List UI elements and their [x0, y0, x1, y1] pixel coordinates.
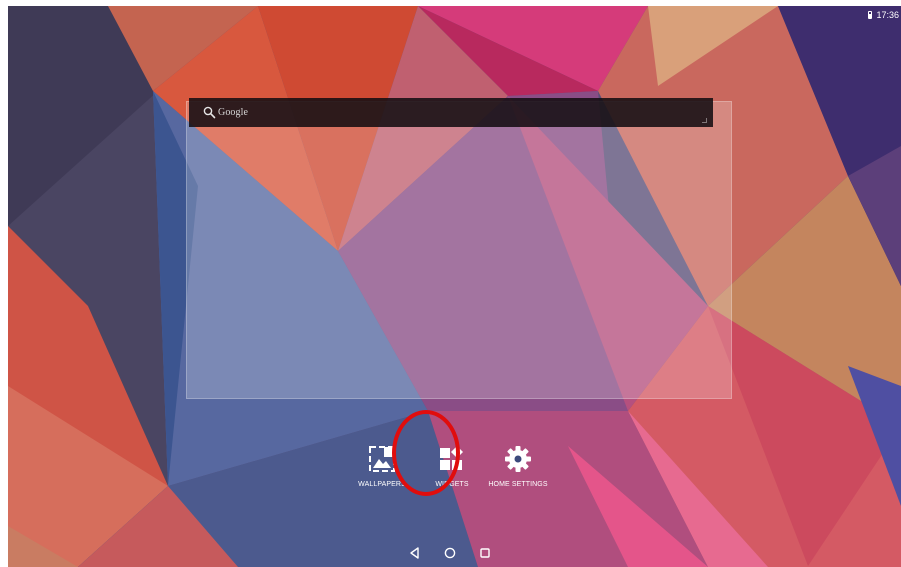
widgets-button[interactable]: WIDGETS [430, 444, 474, 488]
wallpapers-button[interactable]: WALLPAPERS [357, 444, 407, 488]
workspace-preview[interactable] [186, 101, 732, 399]
status-time: 17:36 [876, 10, 899, 20]
wallpapers-label: WALLPAPERS [358, 481, 406, 488]
battery-icon [868, 11, 873, 19]
status-bar: 17:36 [868, 8, 899, 22]
search-icon [203, 106, 216, 119]
recents-icon[interactable] [478, 546, 492, 560]
search-input[interactable]: Google [189, 98, 713, 127]
search-bar-corner [702, 118, 707, 123]
gear-icon [505, 446, 531, 472]
widgets-icon [440, 446, 463, 470]
home-settings-label: HOME SETTINGS [488, 481, 548, 488]
wallpaper-icon [369, 446, 395, 472]
search-placeholder: Google [218, 107, 249, 118]
navigation-bar [0, 539, 893, 567]
home-icon[interactable] [443, 546, 457, 560]
back-icon[interactable] [408, 546, 422, 560]
widgets-label: WIDGETS [435, 481, 469, 488]
home-settings-button[interactable]: HOME SETTINGS [487, 444, 549, 488]
